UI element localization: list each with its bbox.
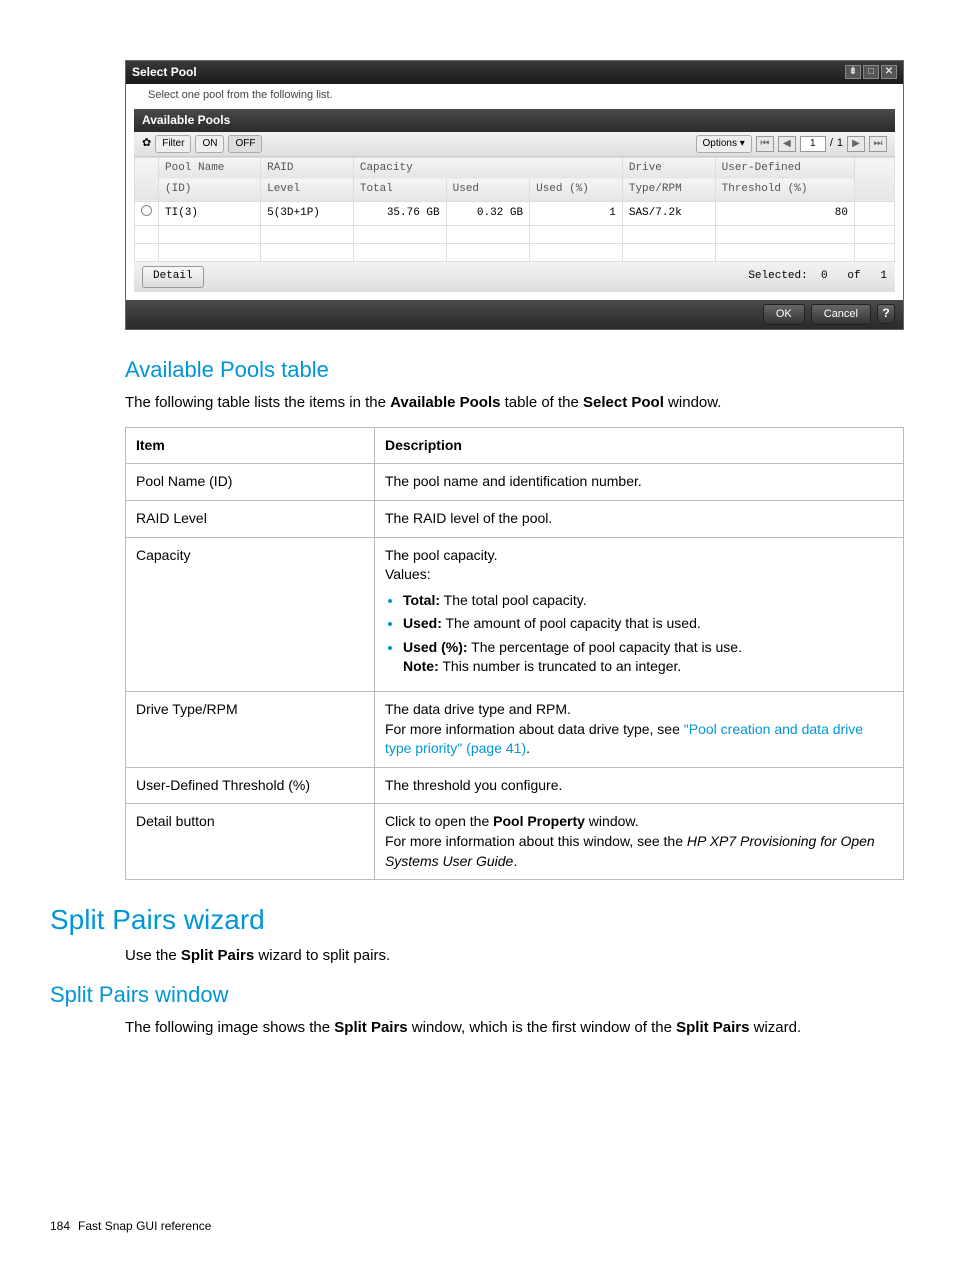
col-raid: RAID bbox=[261, 157, 354, 179]
cell-drive-type: SAS/7.2k bbox=[622, 201, 715, 225]
heading-split-pairs-window: Split Pairs window bbox=[50, 980, 904, 1011]
page-total: 1 bbox=[837, 136, 843, 151]
col-cap-used: Used bbox=[446, 179, 529, 201]
heading-available-pools-table: Available Pools table bbox=[125, 355, 904, 386]
cell-cap-usedpct: 1 bbox=[530, 201, 623, 225]
cell-udt-thresh: 80 bbox=[715, 201, 854, 225]
col-raid-level: Level bbox=[261, 179, 354, 201]
col-udt: User-Defined bbox=[715, 157, 854, 179]
page-number: 184 bbox=[50, 1218, 70, 1235]
close-icon[interactable]: ✕ bbox=[881, 65, 897, 79]
window-title: Select Pool bbox=[132, 64, 197, 81]
doctable-head-desc: Description bbox=[374, 427, 903, 464]
cell-cap-used: 0.32 GB bbox=[446, 201, 529, 225]
restore-icon[interactable]: □ bbox=[863, 65, 879, 79]
cancel-button[interactable]: Cancel bbox=[811, 304, 871, 325]
col-drive-type: Type/RPM bbox=[622, 179, 715, 201]
intro-paragraph: The following table lists the items in t… bbox=[125, 392, 904, 413]
table-row: User-Defined Threshold (%) The threshold… bbox=[126, 767, 904, 804]
page-footer: 184 Fast Snap GUI reference bbox=[50, 1218, 904, 1235]
pin-icon[interactable]: ⇟ bbox=[845, 65, 861, 79]
documentation-table: Item Description Pool Name (ID) The pool… bbox=[125, 427, 904, 881]
table-row: RAID Level The RAID level of the pool. bbox=[126, 500, 904, 537]
col-cap-total: Total bbox=[353, 179, 446, 201]
col-pool-id: (ID) bbox=[159, 179, 261, 201]
doctable-head-item: Item bbox=[126, 427, 375, 464]
dialog-footer: OK Cancel ? bbox=[126, 300, 903, 329]
filter-off-button[interactable]: OFF bbox=[228, 135, 262, 153]
ok-button[interactable]: OK bbox=[763, 304, 805, 325]
col-drive: Drive bbox=[622, 157, 715, 179]
col-select bbox=[135, 157, 159, 201]
available-pools-table: Pool Name RAID Capacity Drive User-Defin… bbox=[134, 157, 895, 262]
table-row: Drive Type/RPM The data drive type and R… bbox=[126, 692, 904, 768]
filter-button[interactable]: Filter bbox=[155, 135, 191, 153]
col-cap-usedpct: Used (%) bbox=[530, 179, 623, 201]
window-subtitle: Select one pool from the following list. bbox=[126, 84, 903, 109]
table-row bbox=[135, 244, 895, 262]
row-radio[interactable] bbox=[135, 201, 159, 225]
table-row: Pool Name (ID) The pool name and identif… bbox=[126, 464, 904, 501]
table-row: Detail button Click to open the Pool Pro… bbox=[126, 804, 904, 880]
table-row[interactable]: TI(3) 5(3D+1P) 35.76 GB 0.32 GB 1 SAS/7.… bbox=[135, 201, 895, 225]
filter-on-button[interactable]: ON bbox=[195, 135, 224, 153]
cell-cap-total: 35.76 GB bbox=[353, 201, 446, 225]
available-pools-header: Available Pools bbox=[134, 109, 895, 132]
heading-split-pairs-wizard: Split Pairs wizard bbox=[50, 900, 904, 939]
titlebar-controls: ⇟ □ ✕ bbox=[845, 65, 897, 79]
page-sep: / bbox=[830, 136, 833, 151]
col-blank bbox=[855, 157, 895, 201]
table-footer: Detail Selected: 0 of 1 bbox=[134, 262, 895, 291]
titlebar: Select Pool ⇟ □ ✕ bbox=[126, 61, 903, 84]
selection-status: Selected: 0 of 1 bbox=[748, 269, 887, 284]
table-toolbar: ✿ Filter ON OFF Options ▾ ⏮ ◀ 1 / 1 ▶ ⏭ bbox=[134, 132, 895, 157]
split-pairs-window-intro: The following image shows the Split Pair… bbox=[125, 1017, 904, 1038]
page-prev-icon[interactable]: ◀ bbox=[778, 136, 796, 152]
footer-text: Fast Snap GUI reference bbox=[78, 1218, 211, 1235]
table-row bbox=[135, 226, 895, 244]
split-pairs-wizard-intro: Use the Split Pairs wizard to split pair… bbox=[125, 945, 904, 966]
col-udt-thresh: Threshold (%) bbox=[715, 179, 854, 201]
page-first-icon[interactable]: ⏮ bbox=[756, 136, 774, 152]
table-row: Capacity The pool capacity. Values: Tota… bbox=[126, 537, 904, 692]
options-button[interactable]: Options ▾ bbox=[696, 135, 752, 153]
col-pool-name: Pool Name bbox=[159, 157, 261, 179]
detail-button[interactable]: Detail bbox=[142, 266, 204, 287]
cell-pool-name: TI(3) bbox=[159, 201, 261, 225]
col-capacity: Capacity bbox=[353, 157, 622, 179]
page-current-input[interactable]: 1 bbox=[800, 136, 826, 152]
help-button[interactable]: ? bbox=[877, 304, 895, 324]
select-pool-window: Select Pool ⇟ □ ✕ Select one pool from t… bbox=[125, 60, 904, 330]
page-last-icon[interactable]: ⏭ bbox=[869, 136, 887, 152]
page-next-icon[interactable]: ▶ bbox=[847, 136, 865, 152]
cell-raid-level: 5(3D+1P) bbox=[261, 201, 354, 225]
